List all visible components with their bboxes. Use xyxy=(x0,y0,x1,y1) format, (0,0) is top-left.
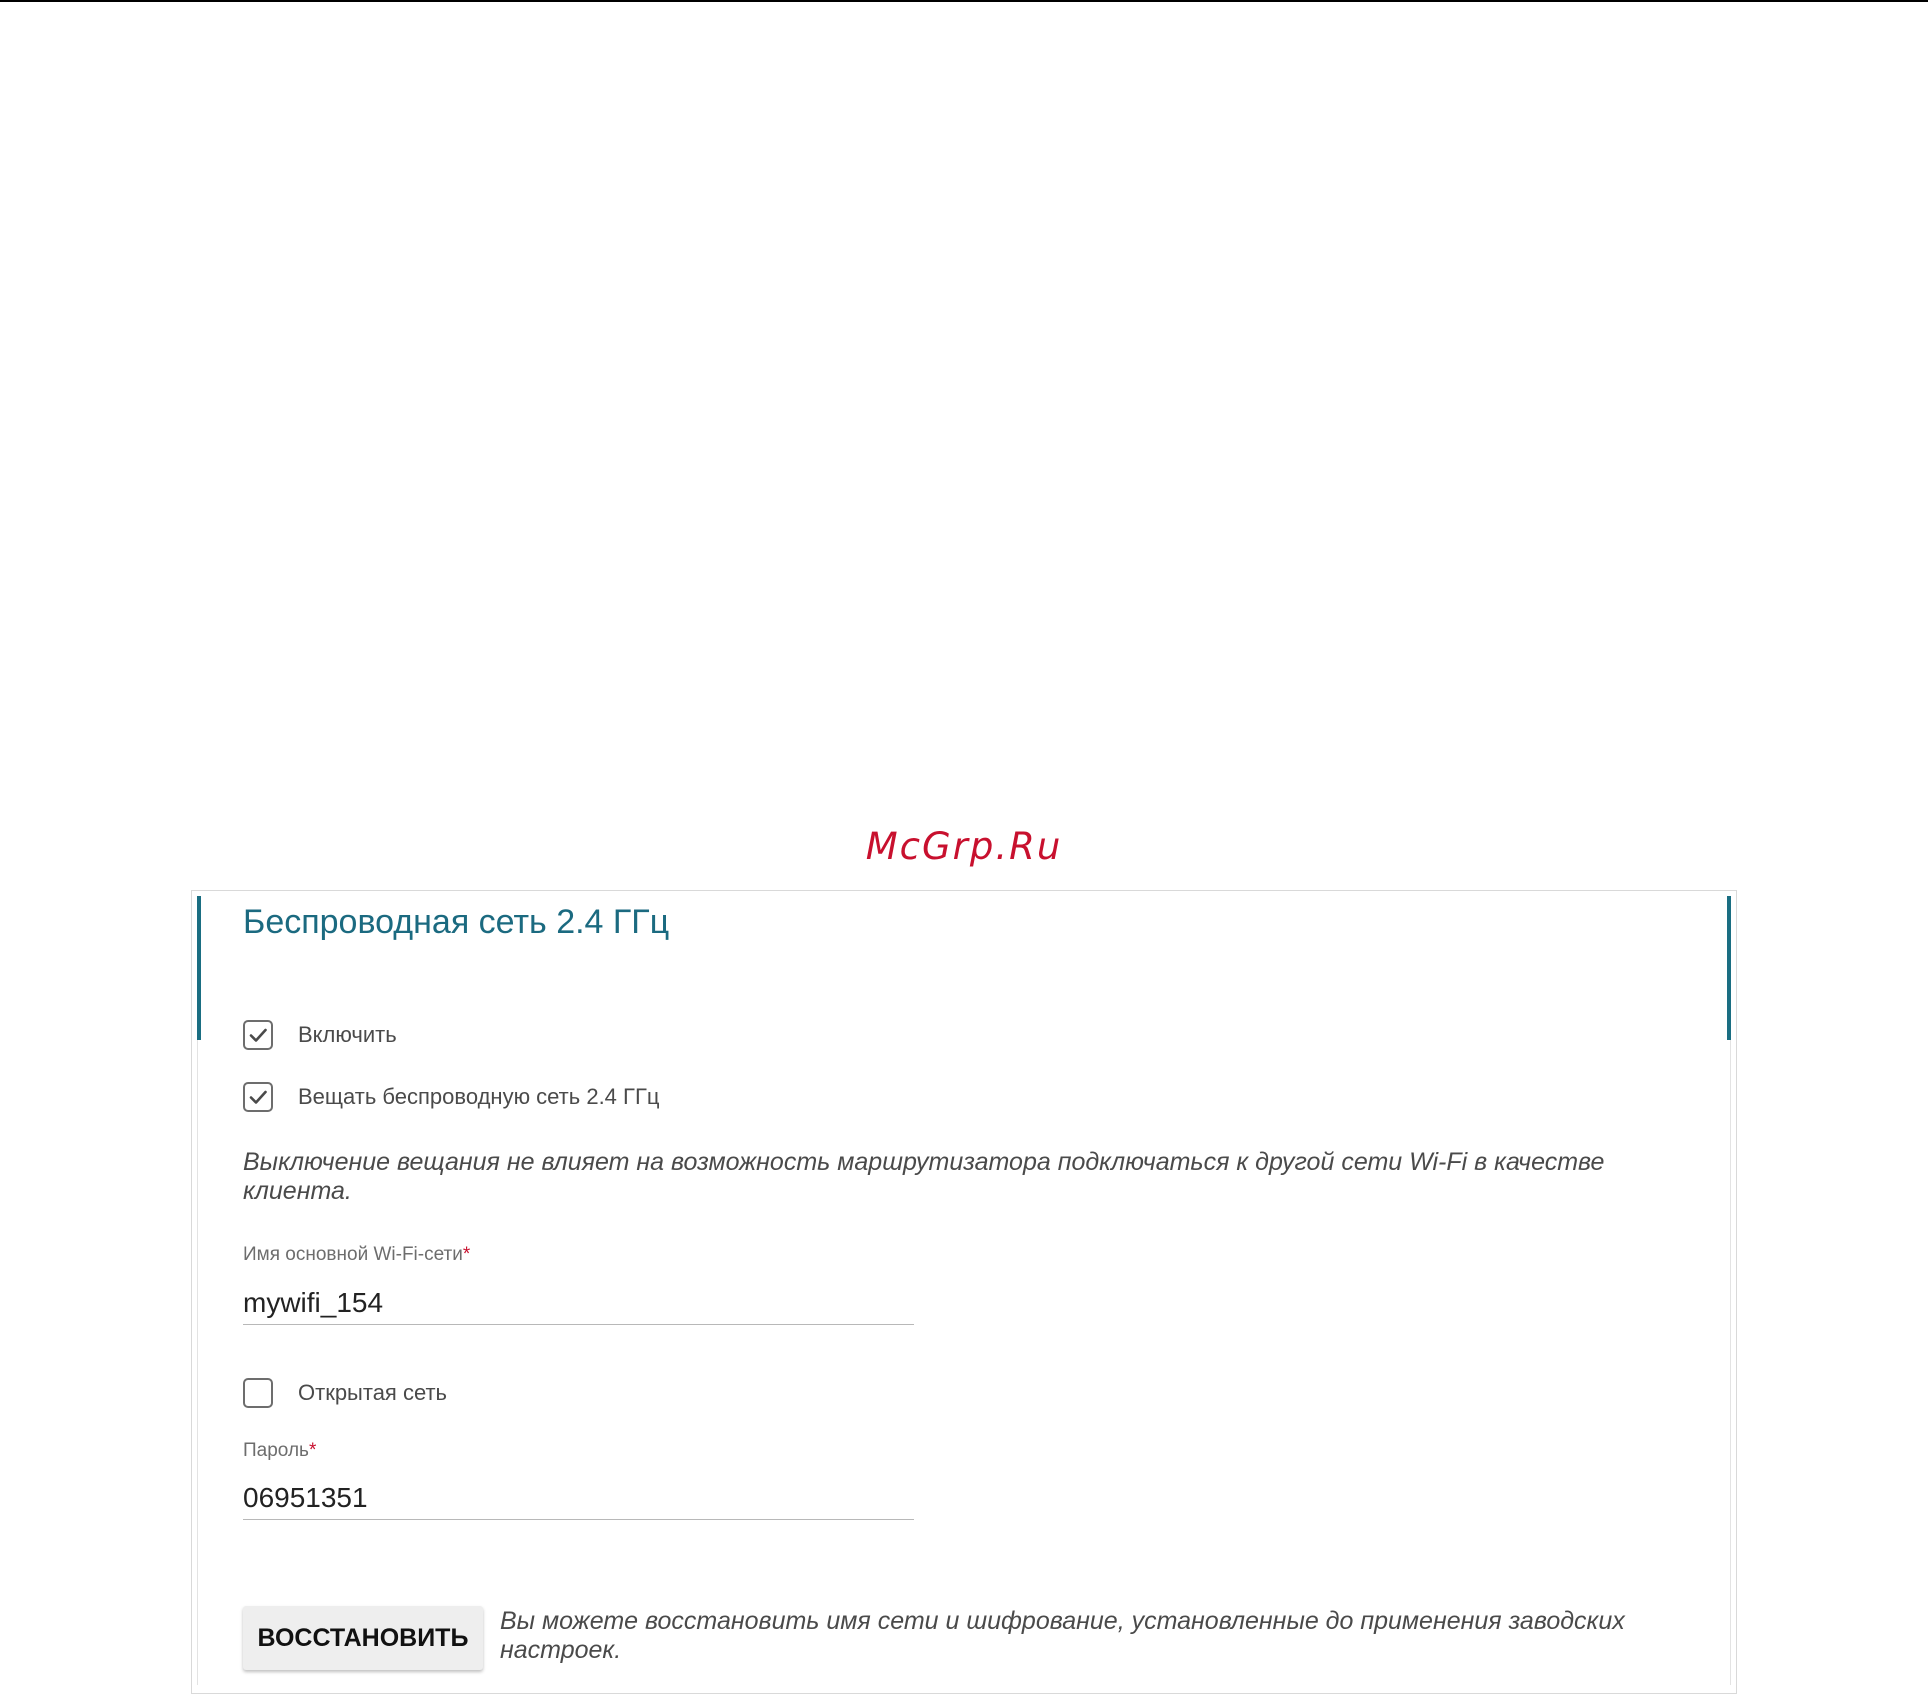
required-mark: * xyxy=(462,1244,471,1265)
panel-edge-left xyxy=(197,1040,198,1685)
open-network-checkbox-row[interactable]: Открытая сеть xyxy=(243,1375,447,1411)
enable-checkbox[interactable] xyxy=(243,1020,273,1050)
enable-checkbox-row[interactable]: Включить xyxy=(243,1017,397,1053)
password-input[interactable] xyxy=(243,1476,914,1520)
ssid-input[interactable] xyxy=(243,1281,914,1325)
ssid-label-text: Имя основной Wi-Fi-сети xyxy=(243,1244,463,1265)
broadcast-checkbox-row[interactable]: Вещать беспроводную сеть 2.4 ГГц xyxy=(243,1079,659,1115)
enable-label: Включить xyxy=(298,1022,397,1047)
broadcast-checkbox[interactable] xyxy=(243,1082,273,1112)
open-network-checkbox[interactable] xyxy=(243,1378,273,1408)
restore-note: Вы можете восстановить имя сети и шифров… xyxy=(500,1607,1625,1664)
wireless-settings-panel: Беспроводная сеть 2.4 ГГц Включить Вещат… xyxy=(191,890,1737,1694)
accent-bar-right xyxy=(1727,896,1731,1040)
broadcast-label: Вещать беспроводную сеть 2.4 ГГц xyxy=(298,1084,660,1109)
panel-edge-right xyxy=(1730,1040,1731,1685)
password-label-text: Пароль xyxy=(243,1440,309,1461)
restore-button[interactable]: ВОССТАНОВИТЬ xyxy=(243,1606,483,1670)
watermark: McGrp.Ru xyxy=(865,825,1063,868)
accent-bar-left xyxy=(197,896,201,1040)
required-mark: * xyxy=(308,1440,317,1461)
check-icon xyxy=(249,1028,267,1042)
ssid-label: Имя основной Wi-Fi-сети* xyxy=(243,1244,470,1266)
broadcast-note: Выключение вещания не влияет на возможно… xyxy=(243,1148,1605,1205)
password-label: Пароль* xyxy=(243,1440,316,1462)
open-network-label: Открытая сеть xyxy=(298,1380,447,1405)
check-icon xyxy=(249,1090,267,1104)
top-divider xyxy=(0,0,1928,2)
section-title: Беспроводная сеть 2.4 ГГц xyxy=(243,903,670,941)
